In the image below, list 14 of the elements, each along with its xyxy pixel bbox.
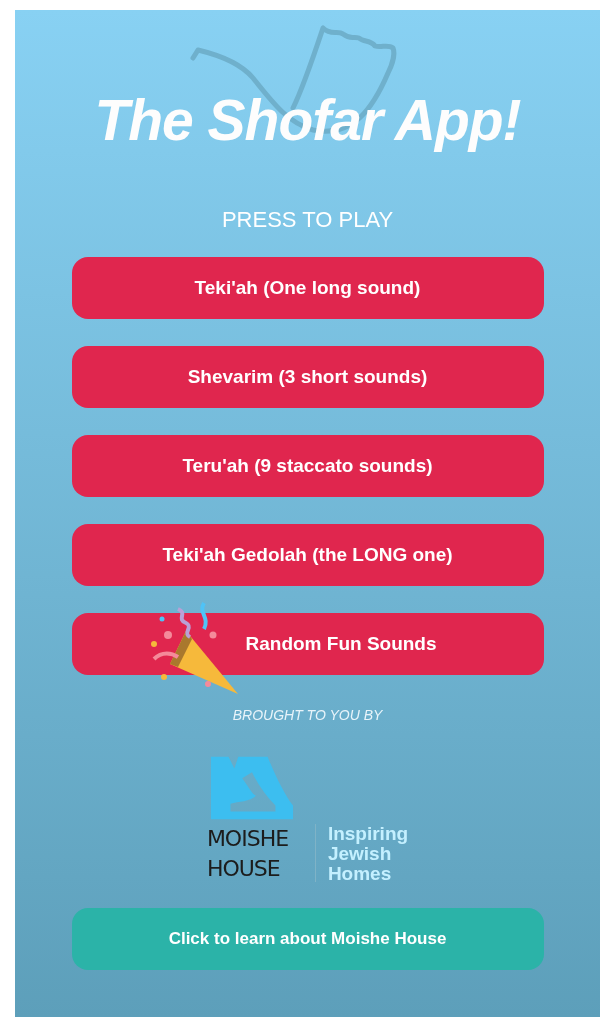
- sound-button[interactable]: Teki'ah Gedolah (the LONG one): [71, 524, 544, 586]
- brand-tagline: Inspiring: [327, 824, 409, 844]
- credit-text: BROUGHT TO YOU BY: [232, 706, 383, 725]
- section-heading: PRESS TO PLAY: [221, 208, 394, 232]
- brand-tagline: Homes: [327, 864, 393, 884]
- sound-button[interactable]: Teru'ah (9 staccato sounds): [71, 435, 544, 497]
- brand-name: HOUSE: [206, 855, 280, 883]
- brand-tagline: Jewish: [327, 844, 392, 864]
- brand-name: MOISHE: [206, 825, 289, 853]
- sound-button[interactable]: Random Fun Sounds: [71, 613, 544, 675]
- sound-button[interactable]: Teki'ah (One long sound): [71, 257, 544, 319]
- app-title: The Shofar App!: [94, 88, 521, 152]
- learn-more-button[interactable]: Click to learn about Moishe House: [71, 908, 544, 970]
- sound-button[interactable]: Shevarim (3 short sounds): [71, 346, 544, 408]
